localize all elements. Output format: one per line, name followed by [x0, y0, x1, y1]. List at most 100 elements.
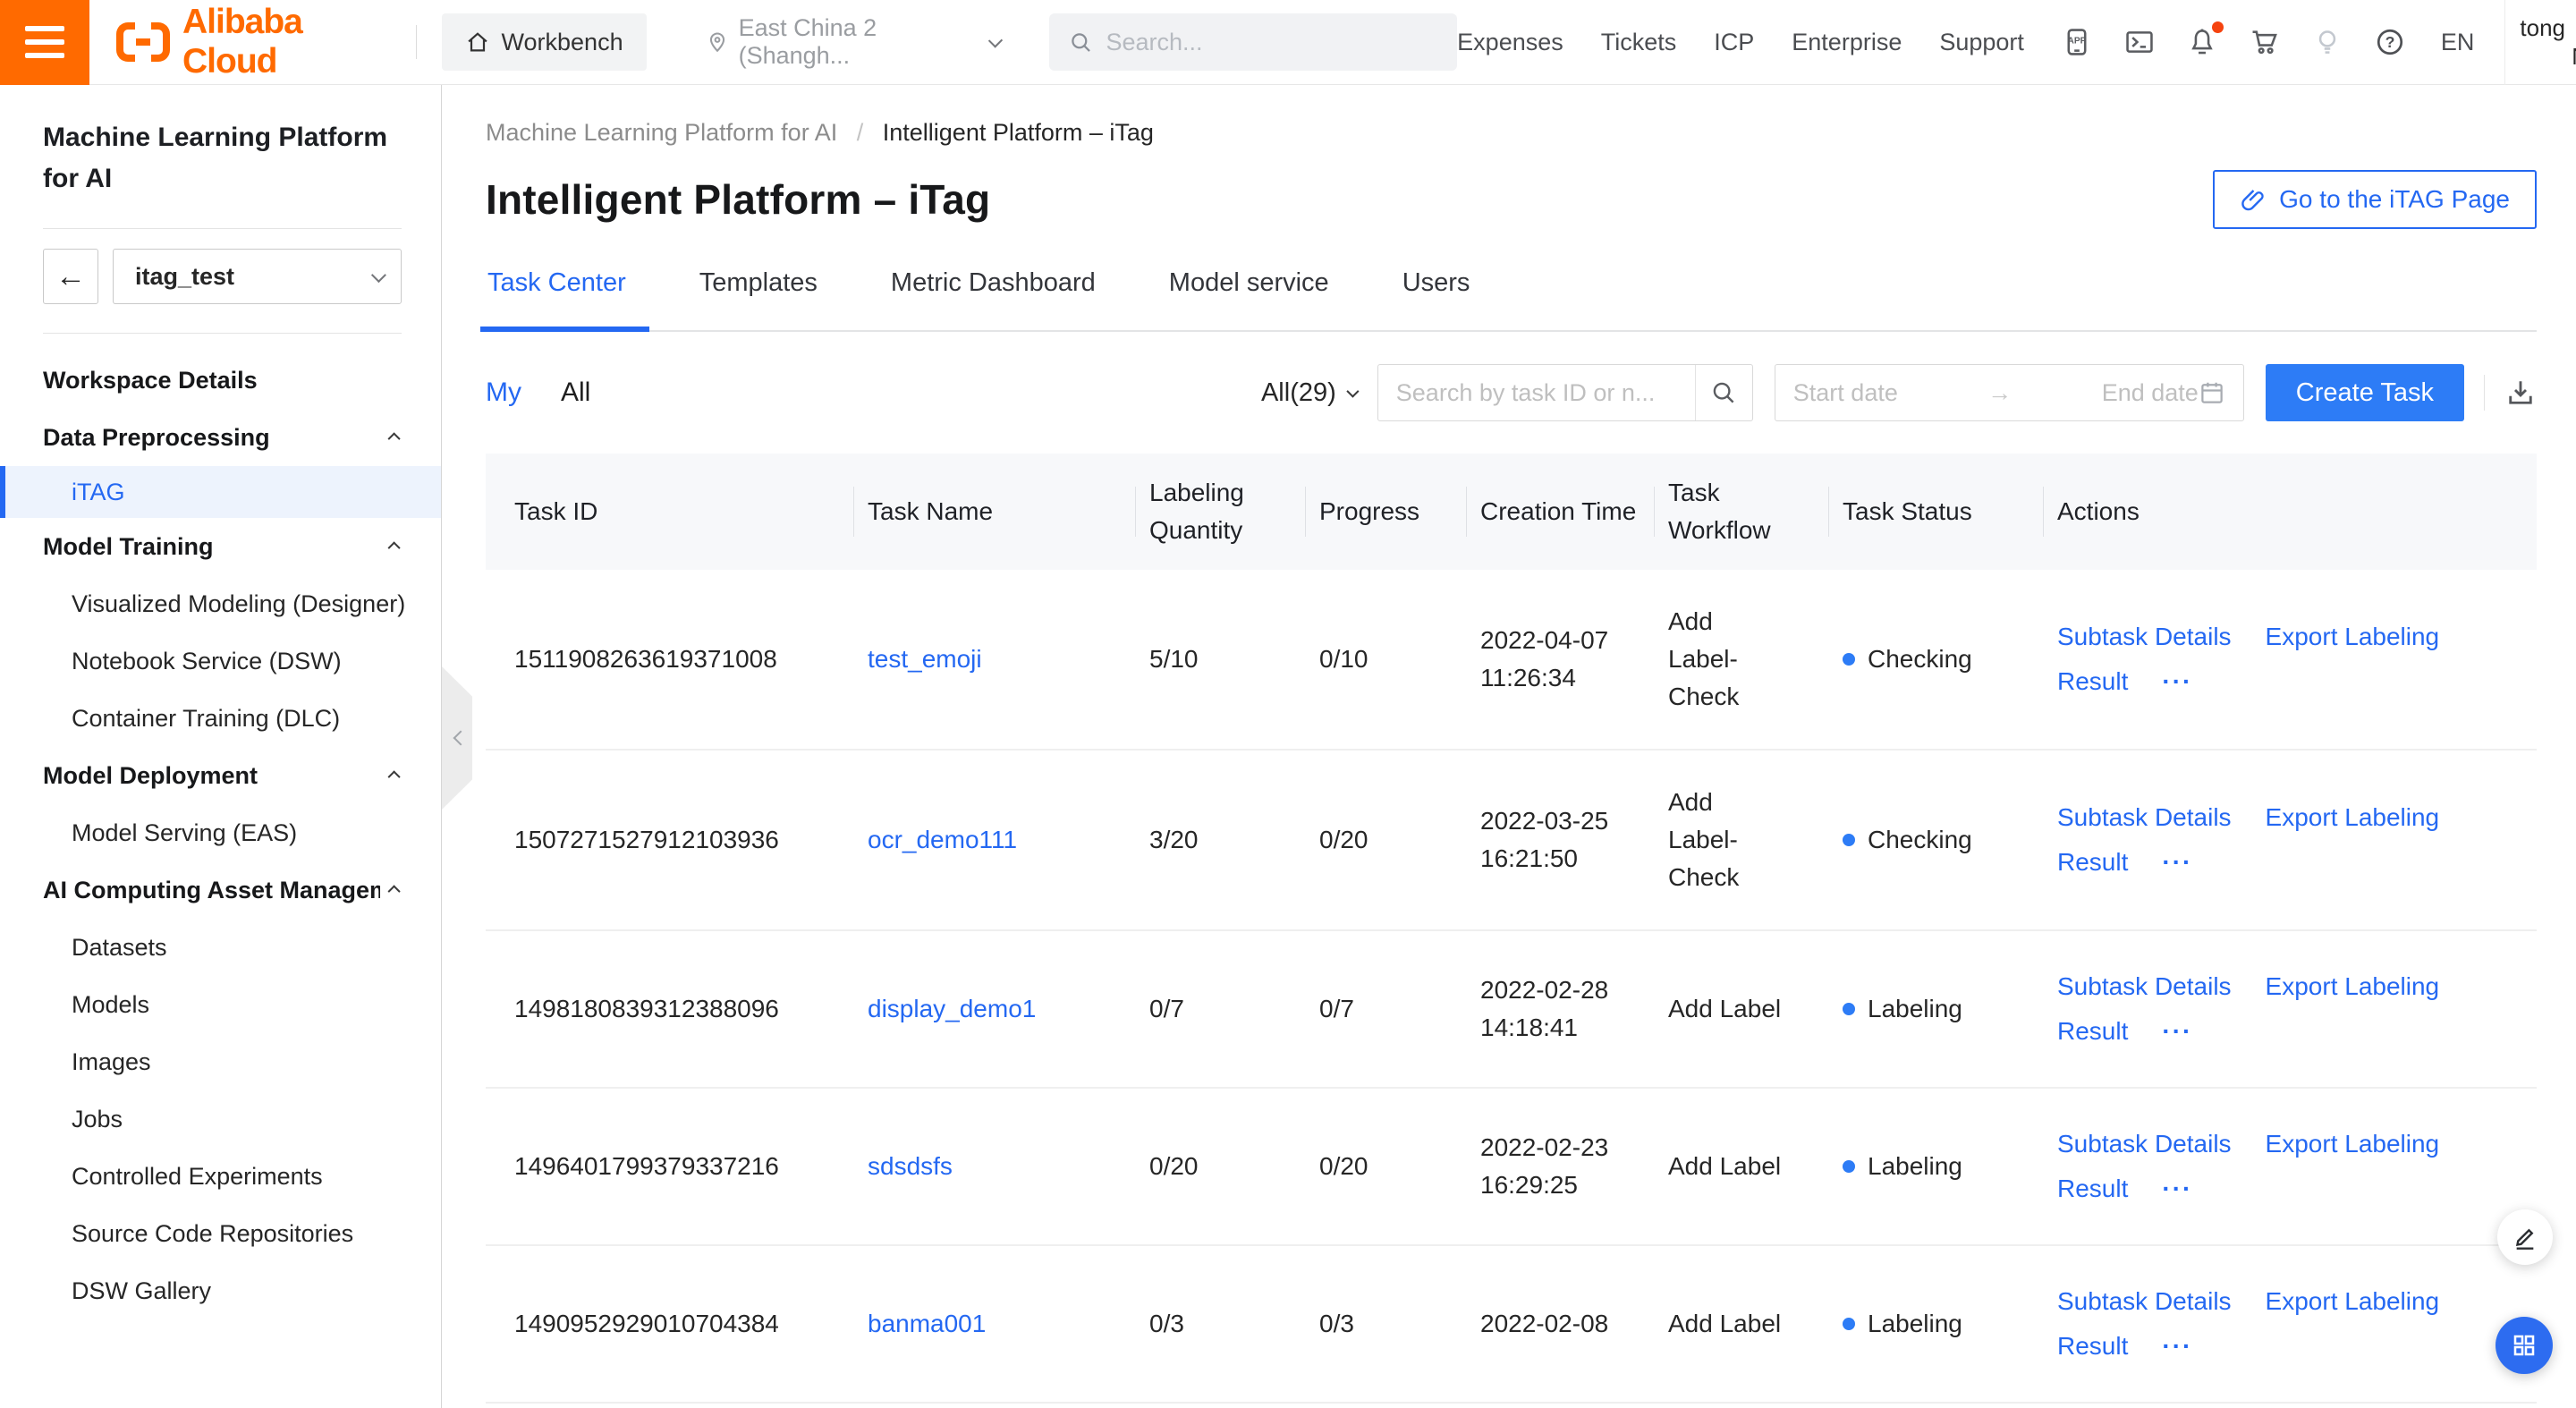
sidebar-item-notebook-service[interactable]: Notebook Service (DSW)	[0, 632, 441, 690]
alibaba-cloud-logo-icon	[116, 22, 170, 62]
tab-templates[interactable]: Templates	[698, 268, 819, 330]
lightbulb-icon[interactable]	[2312, 27, 2343, 57]
progress: 0/20	[1319, 788, 1480, 892]
sidebar-menu: Workspace Details Data Preprocessing iTA…	[0, 352, 441, 1319]
sidebar-item-itag[interactable]: iTAG	[0, 466, 441, 518]
breadcrumb-parent[interactable]: Machine Learning Platform for AI	[486, 119, 837, 146]
location-pin-icon	[706, 30, 729, 54]
sidebar-item-visualized-modeling[interactable]: Visualized Modeling (Designer)	[0, 575, 441, 632]
sidebar-item-images[interactable]: Images	[0, 1033, 441, 1090]
task-id: 1511908263619371008	[514, 607, 868, 711]
status-dot-icon	[1843, 653, 1855, 666]
sidebar-item-container-training[interactable]: Container Training (DLC)	[0, 690, 441, 747]
nav-tickets[interactable]: Tickets	[1601, 29, 1677, 56]
sidebar-divider	[43, 333, 402, 334]
chevron-down-icon	[1346, 386, 1359, 398]
global-search[interactable]	[1049, 13, 1457, 71]
table-row: 1496401799379337216 sdsdsfs 0/20 0/20 20…	[486, 1089, 2537, 1246]
subtask-details-link[interactable]: Subtask Details	[2057, 972, 2232, 1000]
top-header: Alibaba Cloud Workbench East China 2 (Sh…	[0, 0, 2576, 85]
chevron-down-icon	[371, 267, 386, 283]
task-name-link[interactable]: sdsdsfs	[868, 1152, 953, 1180]
tab-model-service[interactable]: Model service	[1167, 268, 1331, 330]
sidebar-item-dsw-gallery[interactable]: DSW Gallery	[0, 1262, 441, 1319]
workspace-select[interactable]: itag_test	[113, 249, 402, 304]
sidebar: Machine Learning Platform for AI ← itag_…	[0, 85, 442, 1408]
workspace-switcher: ← itag_test	[43, 249, 402, 304]
more-actions-icon[interactable]: ···	[2162, 667, 2192, 695]
status-dot-icon	[1843, 1003, 1855, 1015]
more-actions-icon[interactable]: ···	[2162, 1175, 2192, 1202]
task-name-link[interactable]: display_demo1	[868, 995, 1036, 1022]
notifications-bell-icon[interactable]	[2187, 27, 2217, 57]
table-body: 1511908263619371008 test_emoji 5/10 0/10…	[486, 570, 2537, 1404]
status-badge: Checking	[1843, 821, 2032, 859]
sidebar-item-model-serving[interactable]: Model Serving (EAS)	[0, 804, 441, 861]
create-task-button[interactable]: Create Task	[2266, 364, 2464, 421]
sidebar-item-workspace-details[interactable]: Workspace Details	[0, 352, 441, 409]
sidebar-item-datasets[interactable]: Datasets	[0, 919, 441, 976]
sidebar-item-jobs[interactable]: Jobs	[0, 1090, 441, 1148]
subtask-details-link[interactable]: Subtask Details	[2057, 1287, 2232, 1315]
status-filter-dropdown[interactable]: All(29)	[1261, 378, 1356, 408]
chevron-down-icon	[988, 33, 1004, 48]
subtask-details-link[interactable]: Subtask Details	[2057, 1130, 2232, 1158]
sidebar-item-data-preprocessing[interactable]: Data Preprocessing	[0, 409, 441, 466]
sidebar-item-controlled-experiments[interactable]: Controlled Experiments	[0, 1148, 441, 1205]
cart-icon[interactable]	[2250, 27, 2280, 57]
task-name-link[interactable]: test_emoji	[868, 645, 982, 673]
col-progress: Progress	[1319, 473, 1480, 550]
grid-icon	[2510, 1331, 2538, 1360]
task-search-button[interactable]	[1695, 365, 1752, 420]
user-account[interactable]: tong N	[2505, 13, 2576, 71]
scope-my[interactable]: My	[486, 377, 521, 408]
app-launcher-button[interactable]	[2496, 1317, 2553, 1374]
language-selector[interactable]: EN	[2441, 29, 2475, 56]
back-arrow-button[interactable]: ←	[43, 249, 98, 304]
global-search-input[interactable]	[1106, 29, 1437, 56]
nav-support[interactable]: Support	[1939, 29, 2024, 56]
table-header: Task ID Task Name Labeling Quantity Prog…	[486, 454, 2537, 570]
feedback-pencil-button[interactable]	[2497, 1209, 2553, 1265]
nav-icp[interactable]: ICP	[1714, 29, 1754, 56]
tab-metric-dashboard[interactable]: Metric Dashboard	[889, 268, 1097, 330]
nav-expenses[interactable]: Expenses	[1457, 29, 1563, 56]
sidebar-item-source-code-repositories[interactable]: Source Code Repositories	[0, 1205, 441, 1262]
sidebar-item-model-deployment[interactable]: Model Deployment	[0, 747, 441, 804]
task-search-input[interactable]	[1378, 365, 1695, 420]
chevron-left-icon	[453, 731, 469, 746]
go-to-itag-page-label: Go to the iTAG Page	[2279, 185, 2510, 214]
more-actions-icon[interactable]: ···	[2162, 1332, 2192, 1360]
alibaba-cloud-logo[interactable]: Alibaba Cloud	[116, 3, 391, 81]
download-icon[interactable]	[2504, 377, 2537, 409]
task-name-link[interactable]: banma001	[868, 1310, 986, 1337]
scope-all[interactable]: All	[561, 377, 590, 408]
region-label: East China 2 (Shangh...	[739, 14, 979, 70]
creation-time: 2022-03-25 16:21:50	[1480, 769, 1668, 911]
help-icon[interactable]: ?	[2375, 27, 2405, 57]
more-actions-icon[interactable]: ···	[2162, 1017, 2192, 1045]
mobile-app-icon[interactable]: APP	[2062, 27, 2092, 57]
subtask-details-link[interactable]: Subtask Details	[2057, 803, 2232, 831]
more-actions-icon[interactable]: ···	[2162, 848, 2192, 876]
workbench-button[interactable]: Workbench	[442, 13, 647, 71]
go-to-itag-page-button[interactable]: Go to the iTAG Page	[2213, 170, 2537, 229]
date-range-picker[interactable]: Start date → End date	[1775, 364, 2244, 421]
nav-enterprise[interactable]: Enterprise	[1792, 29, 1902, 56]
console-terminal-icon[interactable]	[2124, 27, 2155, 57]
username-line2: N	[2532, 42, 2576, 71]
chevron-up-icon	[388, 432, 401, 445]
tab-task-center[interactable]: Task Center	[486, 268, 628, 330]
region-selector[interactable]: East China 2 (Shangh...	[706, 14, 1000, 70]
hamburger-menu-icon[interactable]	[0, 0, 89, 85]
progress: 0/10	[1319, 607, 1480, 711]
subtask-details-link[interactable]: Subtask Details	[2057, 623, 2232, 650]
labeling-quantity: 0/3	[1149, 1272, 1319, 1376]
sidebar-item-models[interactable]: Models	[0, 976, 441, 1033]
tab-users[interactable]: Users	[1401, 268, 1472, 330]
sidebar-item-ai-computing-asset-management[interactable]: AI Computing Asset Managem	[0, 861, 441, 919]
task-name-link[interactable]: ocr_demo111	[868, 826, 1017, 853]
sidebar-item-model-training[interactable]: Model Training	[0, 518, 441, 575]
status-filter-value: All(29)	[1261, 378, 1336, 408]
col-actions: Actions	[2057, 473, 2537, 550]
